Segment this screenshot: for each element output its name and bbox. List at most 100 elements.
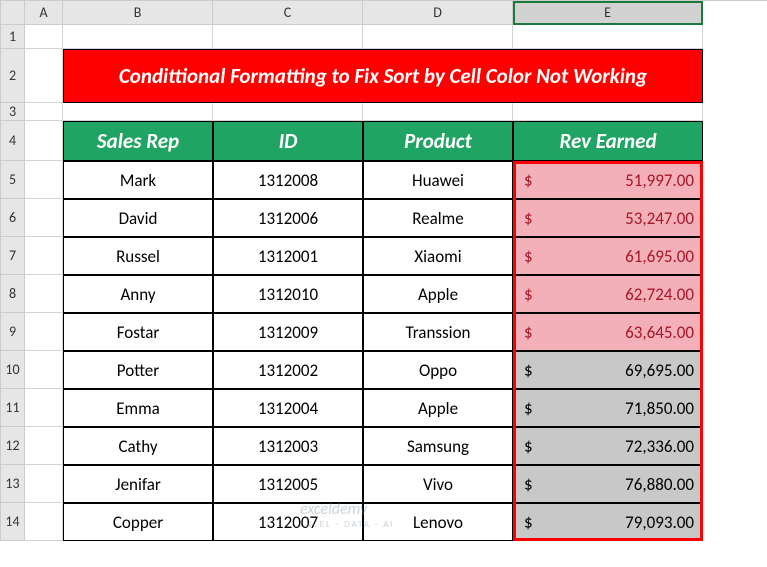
row-header-12[interactable]: 12 (1, 427, 25, 465)
cell-product[interactable]: Samsung (363, 427, 513, 465)
cell-sales-rep[interactable]: Cathy (63, 427, 213, 465)
cell-product[interactable]: Oppo (363, 351, 513, 389)
cell-sales-rep[interactable]: Emma (63, 389, 213, 427)
col-header-A[interactable]: A (25, 1, 63, 25)
cell-sales-rep[interactable]: Copper (63, 503, 213, 541)
header-product[interactable]: Product (363, 121, 513, 161)
cell[interactable] (25, 427, 63, 465)
cell-id[interactable]: 1312001 (213, 237, 363, 275)
header-sales-rep[interactable]: Sales Rep (63, 121, 213, 161)
cell[interactable] (25, 275, 63, 313)
rev-amount: 51,997.00 (533, 170, 694, 191)
cell[interactable] (25, 389, 63, 427)
header-rev-earned[interactable]: Rev Earned (513, 121, 703, 161)
currency-symbol: $ (524, 436, 533, 457)
cell-id[interactable]: 1312002 (213, 351, 363, 389)
cell-sales-rep[interactable]: Jenifar (63, 465, 213, 503)
cell-product[interactable]: Huawei (363, 161, 513, 199)
row-header-10[interactable]: 10 (1, 351, 25, 389)
cell-rev-earned[interactable]: $79,093.00 (513, 503, 703, 541)
currency-symbol: $ (524, 208, 533, 229)
row-header-8[interactable]: 8 (1, 275, 25, 313)
cell-rev-earned[interactable]: $63,645.00 (513, 313, 703, 351)
row-header-6[interactable]: 6 (1, 199, 25, 237)
cell-id[interactable]: 1312003 (213, 427, 363, 465)
cell[interactable] (363, 103, 513, 121)
row-header-7[interactable]: 7 (1, 237, 25, 275)
rev-amount: 53,247.00 (533, 208, 694, 229)
cell-rev-earned[interactable]: $69,695.00 (513, 351, 703, 389)
cell-id[interactable]: 1312007 (213, 503, 363, 541)
cell[interactable] (63, 103, 213, 121)
cell[interactable] (25, 313, 63, 351)
cell-sales-rep[interactable]: Potter (63, 351, 213, 389)
cell-id[interactable]: 1312010 (213, 275, 363, 313)
cell[interactable] (363, 25, 513, 49)
cell-product[interactable]: Apple (363, 275, 513, 313)
rev-amount: 63,645.00 (533, 322, 694, 343)
cell-sales-rep[interactable]: Russel (63, 237, 213, 275)
col-header-D[interactable]: D (363, 1, 513, 25)
cell-product[interactable]: Xiaomi (363, 237, 513, 275)
row-header-9[interactable]: 9 (1, 313, 25, 351)
cell-id[interactable]: 1312004 (213, 389, 363, 427)
cell[interactable] (25, 103, 63, 121)
cell-sales-rep[interactable]: Fostar (63, 313, 213, 351)
cell-product[interactable]: Transsion (363, 313, 513, 351)
cell[interactable] (25, 25, 63, 49)
header-id[interactable]: ID (213, 121, 363, 161)
cell[interactable] (25, 199, 63, 237)
cell[interactable] (25, 237, 63, 275)
cell-product[interactable]: Vivo (363, 465, 513, 503)
row-header-5[interactable]: 5 (1, 161, 25, 199)
cell-product[interactable]: Lenovo (363, 503, 513, 541)
cell[interactable] (513, 103, 703, 121)
cell-sales-rep[interactable]: Anny (63, 275, 213, 313)
rev-amount: 62,724.00 (533, 284, 694, 305)
rev-amount: 61,695.00 (533, 246, 694, 267)
row-header-11[interactable]: 11 (1, 389, 25, 427)
cell-rev-earned[interactable]: $61,695.00 (513, 237, 703, 275)
cell-id[interactable]: 1312006 (213, 199, 363, 237)
cell-product[interactable]: Apple (363, 389, 513, 427)
cell[interactable] (513, 25, 703, 49)
col-header-E[interactable]: E (513, 1, 703, 25)
cell-sales-rep[interactable]: Mark (63, 161, 213, 199)
cell-rev-earned[interactable]: $62,724.00 (513, 275, 703, 313)
select-all-corner[interactable] (1, 1, 25, 25)
currency-symbol: $ (524, 474, 533, 495)
row-header-13[interactable]: 13 (1, 465, 25, 503)
title-cell[interactable]: Condittional Formatting to Fix Sort by C… (63, 49, 703, 103)
cell-product[interactable]: Realme (363, 199, 513, 237)
cell-rev-earned[interactable]: $71,850.00 (513, 389, 703, 427)
rev-amount: 76,880.00 (533, 474, 694, 495)
cell[interactable] (25, 49, 63, 103)
rev-amount: 79,093.00 (533, 512, 694, 533)
row-header-3[interactable]: 3 (1, 103, 25, 121)
row-header-14[interactable]: 14 (1, 503, 25, 541)
row-header-2[interactable]: 2 (1, 49, 25, 103)
currency-symbol: $ (524, 284, 533, 305)
cell[interactable] (63, 25, 213, 49)
col-header-B[interactable]: B (63, 1, 213, 25)
row-header-1[interactable]: 1 (1, 25, 25, 49)
cell-id[interactable]: 1312008 (213, 161, 363, 199)
cell[interactable] (25, 351, 63, 389)
cell-rev-earned[interactable]: $76,880.00 (513, 465, 703, 503)
col-header-C[interactable]: C (213, 1, 363, 25)
cell-rev-earned[interactable]: $53,247.00 (513, 199, 703, 237)
cell[interactable] (25, 161, 63, 199)
cell[interactable] (25, 121, 63, 161)
cell-sales-rep[interactable]: David (63, 199, 213, 237)
cell-rev-earned[interactable]: $51,997.00 (513, 161, 703, 199)
cell[interactable] (213, 103, 363, 121)
cell-id[interactable]: 1312009 (213, 313, 363, 351)
cell[interactable] (25, 503, 63, 541)
cell-id[interactable]: 1312005 (213, 465, 363, 503)
cell[interactable] (213, 25, 363, 49)
rev-amount: 71,850.00 (533, 398, 694, 419)
cell[interactable] (25, 465, 63, 503)
rev-amount: 69,695.00 (533, 360, 694, 381)
cell-rev-earned[interactable]: $72,336.00 (513, 427, 703, 465)
row-header-4[interactable]: 4 (1, 121, 25, 161)
